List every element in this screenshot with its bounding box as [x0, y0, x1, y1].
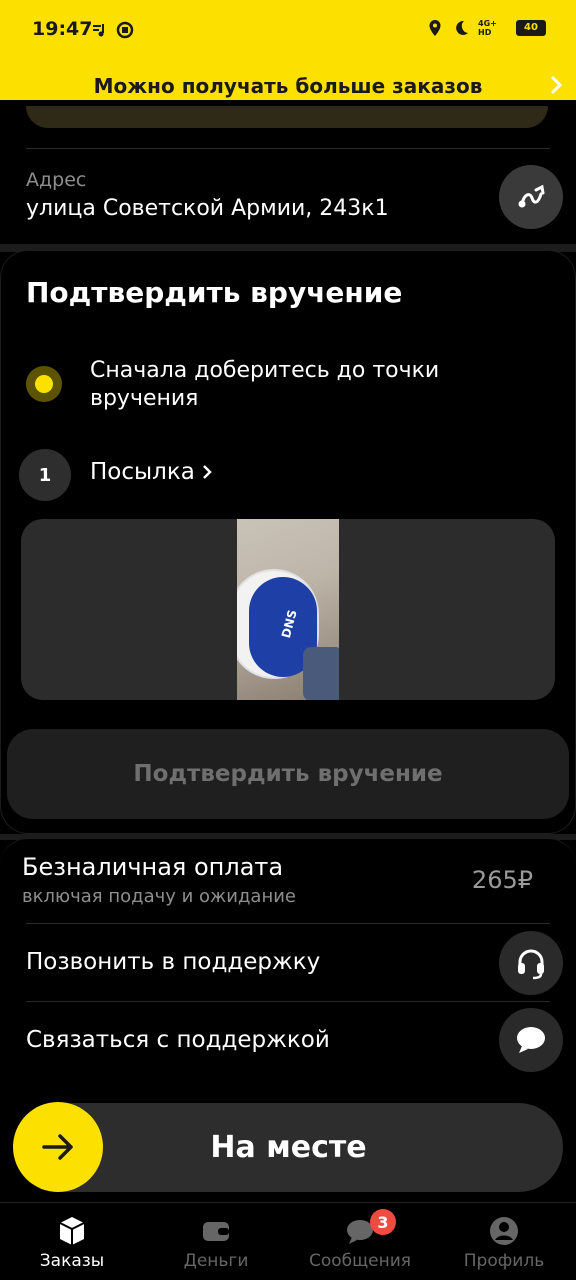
messages-count-badge: 3	[370, 1209, 396, 1235]
parcel-link-label: Посылка	[90, 459, 195, 485]
chat-support-button[interactable]	[499, 1008, 563, 1072]
step-indicator-dot	[35, 375, 53, 393]
bottom-navigation: Заказы Деньги Сообщения Профиль	[0, 1202, 576, 1280]
payment-subtitle: включая подачу и ожидание	[22, 886, 296, 907]
profile-icon	[490, 1217, 518, 1245]
step-text: Сначала доберитесь до точки вручения	[90, 358, 440, 411]
address-label: Адрес	[26, 169, 87, 191]
chevron-right-icon	[202, 465, 212, 479]
battery-indicator: 40	[516, 20, 546, 36]
step-indicator	[26, 366, 62, 402]
payment-title: Безналичная оплата	[22, 853, 284, 881]
notification-app-icon	[116, 21, 134, 39]
nav-orders[interactable]: Заказы	[0, 1203, 144, 1280]
chat-support-label[interactable]: Связаться с поддержкой	[26, 1027, 330, 1053]
confirm-title: Подтвердить вручение	[26, 276, 403, 309]
arrow-right-icon	[42, 1134, 73, 1160]
divider	[26, 148, 550, 149]
route-button[interactable]	[499, 165, 563, 229]
route-icon	[518, 184, 545, 208]
network-indicator: 4G+ HD	[478, 19, 497, 37]
parcel-photo: DNS	[237, 519, 339, 700]
confirm-delivery-button[interactable]: Подтвердить вручение	[7, 729, 569, 819]
status-time: 19:47	[32, 18, 93, 40]
music-note-icon	[93, 24, 104, 37]
do-not-disturb-moon-icon	[456, 20, 468, 35]
nav-profile[interactable]: Профиль	[432, 1203, 576, 1280]
call-support-button[interactable]	[499, 931, 563, 995]
previous-card-edge	[26, 106, 548, 128]
headset-icon	[518, 949, 544, 980]
box-icon	[59, 1217, 85, 1245]
nav-messages-label: Сообщения	[308, 1251, 412, 1271]
promo-banner-text: Можно получать больше заказов	[93, 74, 483, 98]
photo-preview[interactable]: DNS	[21, 519, 555, 700]
divider	[26, 923, 550, 924]
nav-profile-label: Профиль	[463, 1251, 545, 1271]
chevron-right-icon	[550, 75, 563, 95]
divider	[26, 1001, 550, 1002]
call-support-label[interactable]: Позвонить в поддержку	[26, 949, 320, 975]
nav-money[interactable]: Деньги	[144, 1203, 288, 1280]
parcel-link[interactable]: Посылка	[90, 459, 213, 485]
address-value: улица Советской Армии, 243к1	[26, 196, 389, 221]
arrival-slider-knob[interactable]	[13, 1102, 103, 1192]
location-icon	[429, 20, 441, 36]
chat-bubble-icon	[517, 1027, 545, 1053]
wallet-icon	[203, 1222, 229, 1241]
item-number-badge: 1	[19, 449, 71, 501]
nav-money-label: Деньги	[183, 1251, 249, 1271]
nav-messages[interactable]: Сообщения	[288, 1203, 432, 1280]
nav-orders-label: Заказы	[39, 1251, 105, 1271]
status-bar: 19:47 4G+ HD 40	[0, 0, 576, 60]
payment-amount: 265₽	[471, 866, 533, 894]
